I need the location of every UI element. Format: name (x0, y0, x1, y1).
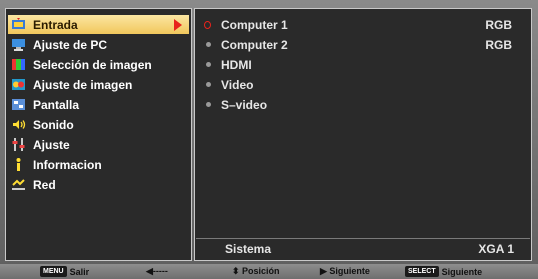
projector-osd: Entrada Ajuste de PC Selección de imagen… (0, 0, 538, 279)
input-icon (12, 18, 25, 29)
option-value: RGB (485, 37, 512, 52)
help-exit: MENU Salir (40, 266, 89, 277)
menu-item-ajuste-imagen[interactable]: Ajuste de imagen (8, 75, 189, 94)
help-position-label: ⬍ Posición (232, 266, 280, 276)
option-label: HDMI (221, 57, 252, 72)
radio-dot-icon (206, 102, 211, 107)
main-menu: Entrada Ajuste de PC Selección de imagen… (5, 8, 192, 261)
help-exit-label: Salir (69, 266, 90, 277)
option-label: Computer 1 (221, 17, 288, 32)
menu-item-pantalla[interactable]: Pantalla (8, 95, 189, 114)
radio-dot-icon (206, 62, 211, 67)
network-icon (12, 179, 25, 190)
image-select-icon (12, 59, 25, 70)
help-bar: MENU Salir ◀----- ⬍ Posición ▶ Siguiente… (0, 264, 538, 279)
menu-item-label: Informacion (33, 157, 102, 172)
pc-adjust-icon (12, 39, 25, 51)
menu-item-label: Selección de imagen (33, 57, 152, 72)
input-option-s-video[interactable]: S–video (201, 95, 523, 114)
menu-item-red[interactable]: Red (8, 175, 189, 194)
input-option-hdmi[interactable]: HDMI (201, 55, 523, 74)
menu-item-informacion[interactable]: Informacion (8, 155, 189, 174)
setting-icon (12, 138, 25, 151)
system-value: XGA 1 (478, 242, 514, 256)
info-icon (16, 158, 21, 171)
radio-dot-icon (206, 82, 211, 87)
select-key-icon: SELECT (405, 266, 439, 277)
help-select: SELECT Siguiente (405, 266, 482, 277)
help-next: ▶ Siguiente (320, 266, 370, 277)
help-back: ◀----- (146, 266, 168, 277)
system-label: Sistema (225, 242, 272, 256)
menu-item-sonido[interactable]: Sonido (8, 115, 189, 134)
system-row[interactable]: Sistema XGA 1 (196, 238, 530, 259)
menu-item-label: Red (33, 177, 56, 192)
menu-item-entrada[interactable]: Entrada (8, 15, 189, 34)
menu-key-icon: MENU (40, 266, 67, 277)
menu-item-label: Sonido (33, 117, 74, 132)
input-option-computer-1[interactable]: Computer 1 RGB (201, 15, 523, 34)
menu-item-label: Ajuste de imagen (33, 77, 133, 92)
menu-item-ajuste[interactable]: Ajuste (8, 135, 189, 154)
input-panel: Computer 1 RGB Computer 2 RGB HDMI Video… (194, 8, 532, 261)
menu-item-ajuste-pc[interactable]: Ajuste de PC (8, 35, 189, 54)
help-select-label: Siguiente (441, 266, 483, 277)
menu-item-label: Pantalla (33, 97, 80, 112)
submenu-arrow-icon (174, 19, 182, 31)
input-option-video[interactable]: Video (201, 75, 523, 94)
option-label: S–video (221, 97, 268, 112)
menu-item-seleccion-imagen[interactable]: Selección de imagen (8, 55, 189, 74)
image-adjust-icon (12, 79, 25, 90)
radio-dot-icon (206, 42, 211, 47)
option-value: RGB (485, 17, 512, 32)
option-label: Video (221, 77, 254, 92)
menu-item-label: Ajuste (33, 137, 70, 152)
help-back-label: ◀----- (146, 266, 168, 276)
option-label: Computer 2 (221, 37, 288, 52)
selected-radio-icon (204, 20, 211, 29)
menu-item-label: Ajuste de PC (33, 37, 108, 52)
screen-icon (12, 99, 25, 110)
sound-icon (13, 120, 26, 129)
help-next-label: ▶ Siguiente (320, 266, 370, 276)
help-position: ⬍ Posición (232, 266, 280, 277)
menu-item-label: Entrada (33, 17, 78, 32)
input-option-computer-2[interactable]: Computer 2 RGB (201, 35, 523, 54)
